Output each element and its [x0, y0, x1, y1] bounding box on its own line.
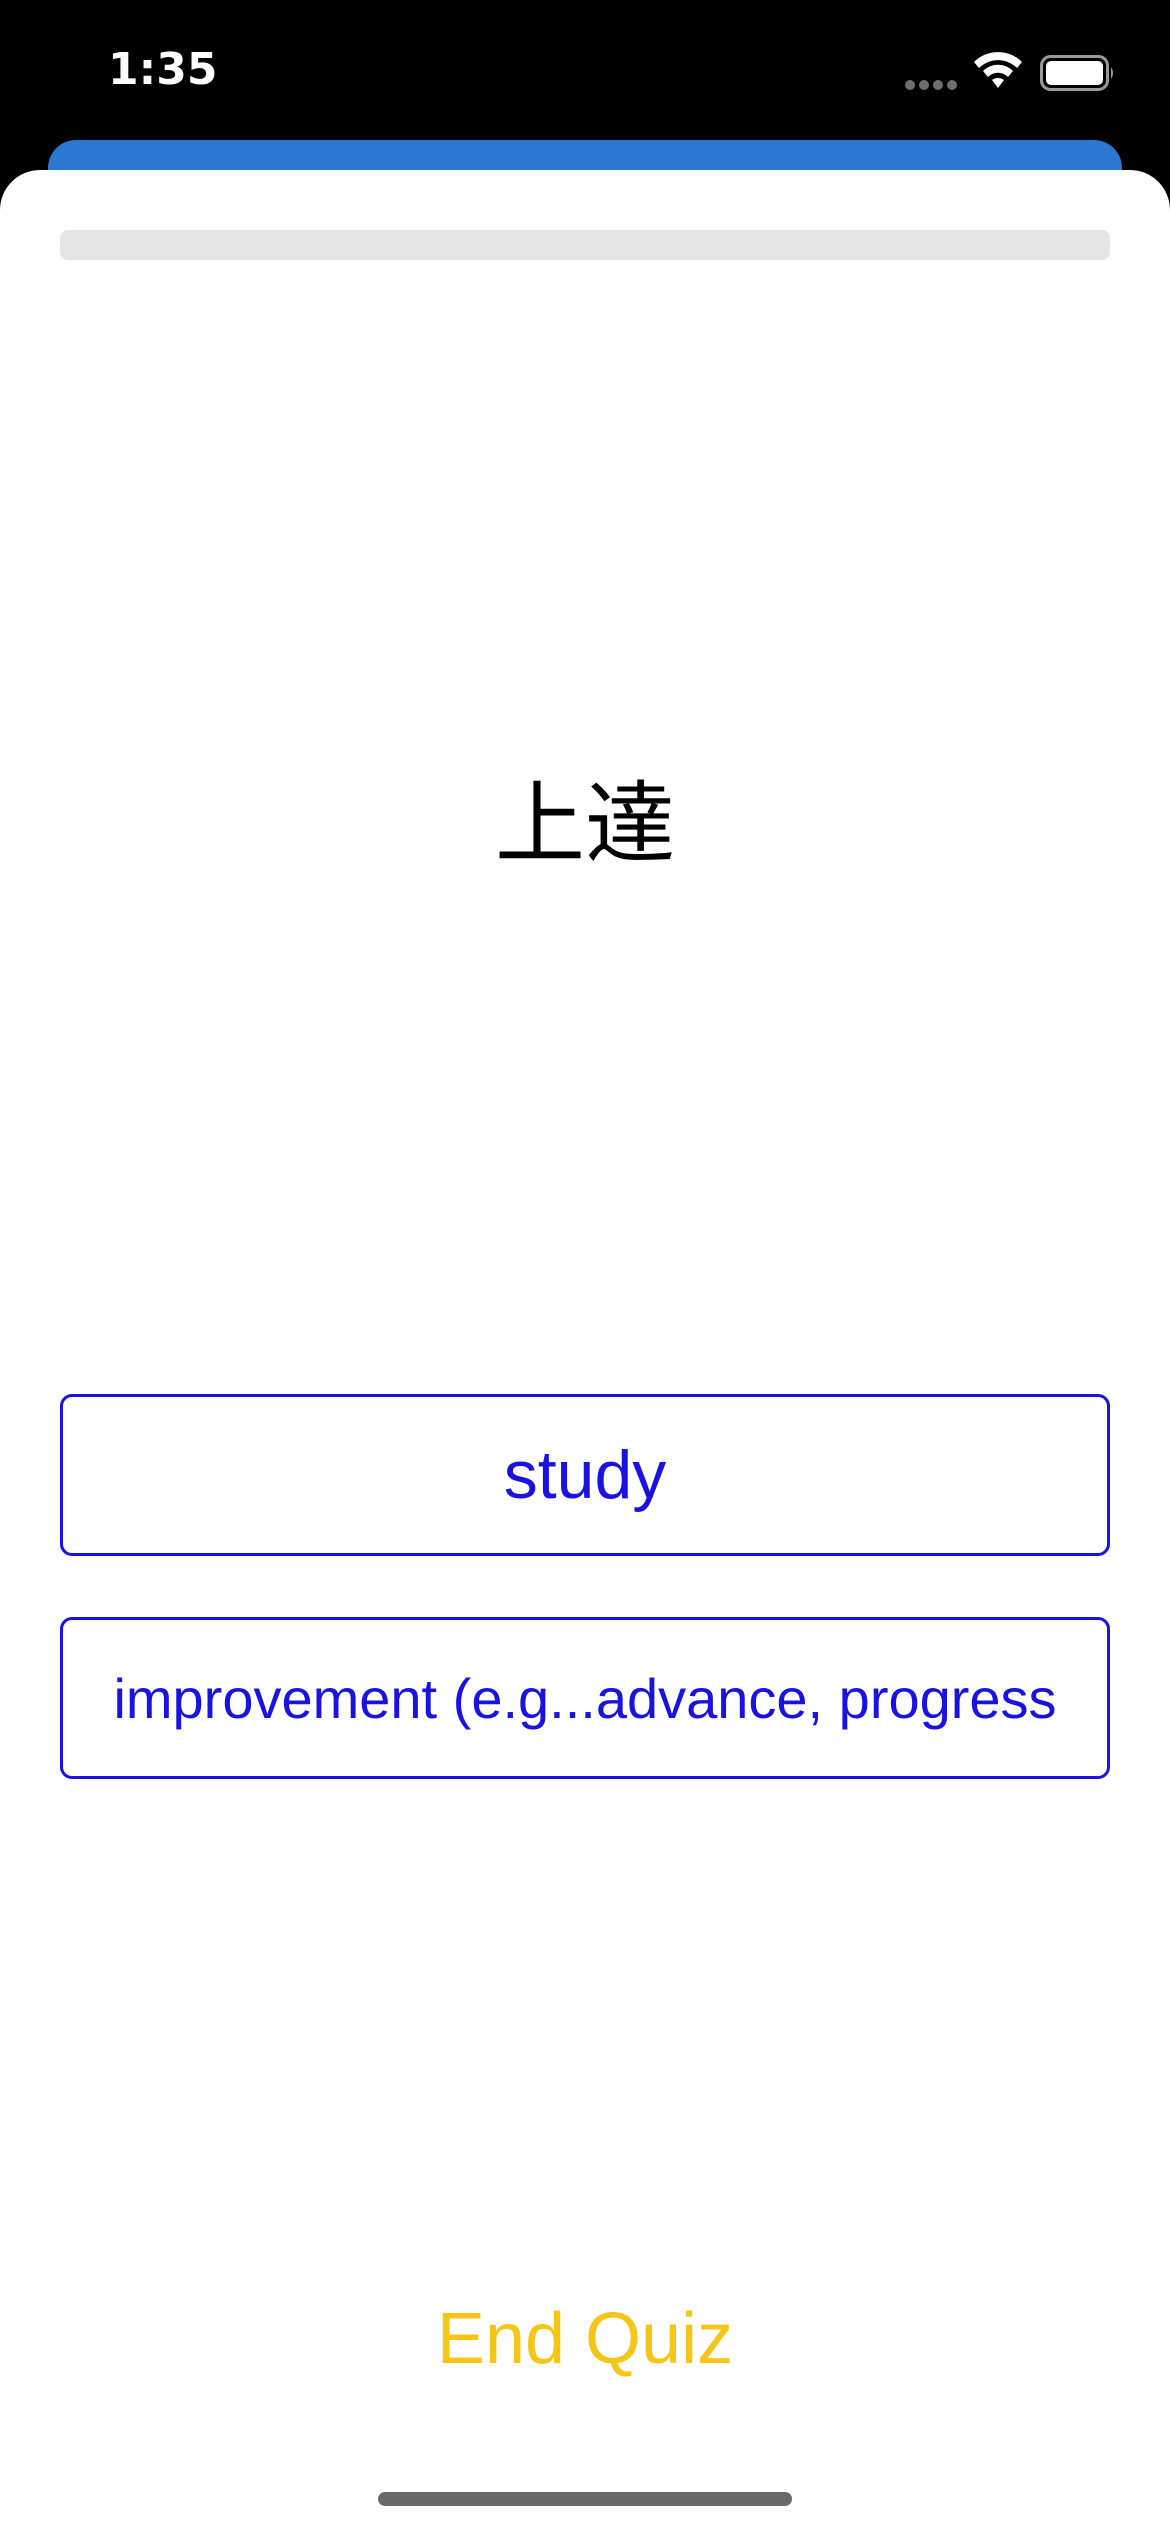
- home-indicator[interactable]: [378, 2492, 792, 2506]
- answer-label: improvement (e.g...advance, progress: [113, 1666, 1057, 1730]
- battery-icon: [1040, 55, 1113, 91]
- quiz-progress-bar: [60, 230, 1110, 260]
- end-quiz-button[interactable]: End Quiz: [0, 2298, 1170, 2380]
- answer-button-study[interactable]: study: [60, 1394, 1110, 1556]
- quiz-sheet: 上達 study improvement (e.g...advance, pro…: [0, 170, 1170, 2532]
- question-text: 上達: [495, 772, 675, 877]
- status-time: 1:35: [108, 44, 218, 95]
- signal-dots-icon: [905, 80, 961, 92]
- app-screen: 1:35 上達 study improvement (e.g...advance…: [0, 0, 1170, 2532]
- answer-button-improvement[interactable]: improvement (e.g...advance, progress: [60, 1617, 1110, 1779]
- answer-label: study: [503, 1437, 667, 1513]
- wifi-icon: [974, 52, 1022, 88]
